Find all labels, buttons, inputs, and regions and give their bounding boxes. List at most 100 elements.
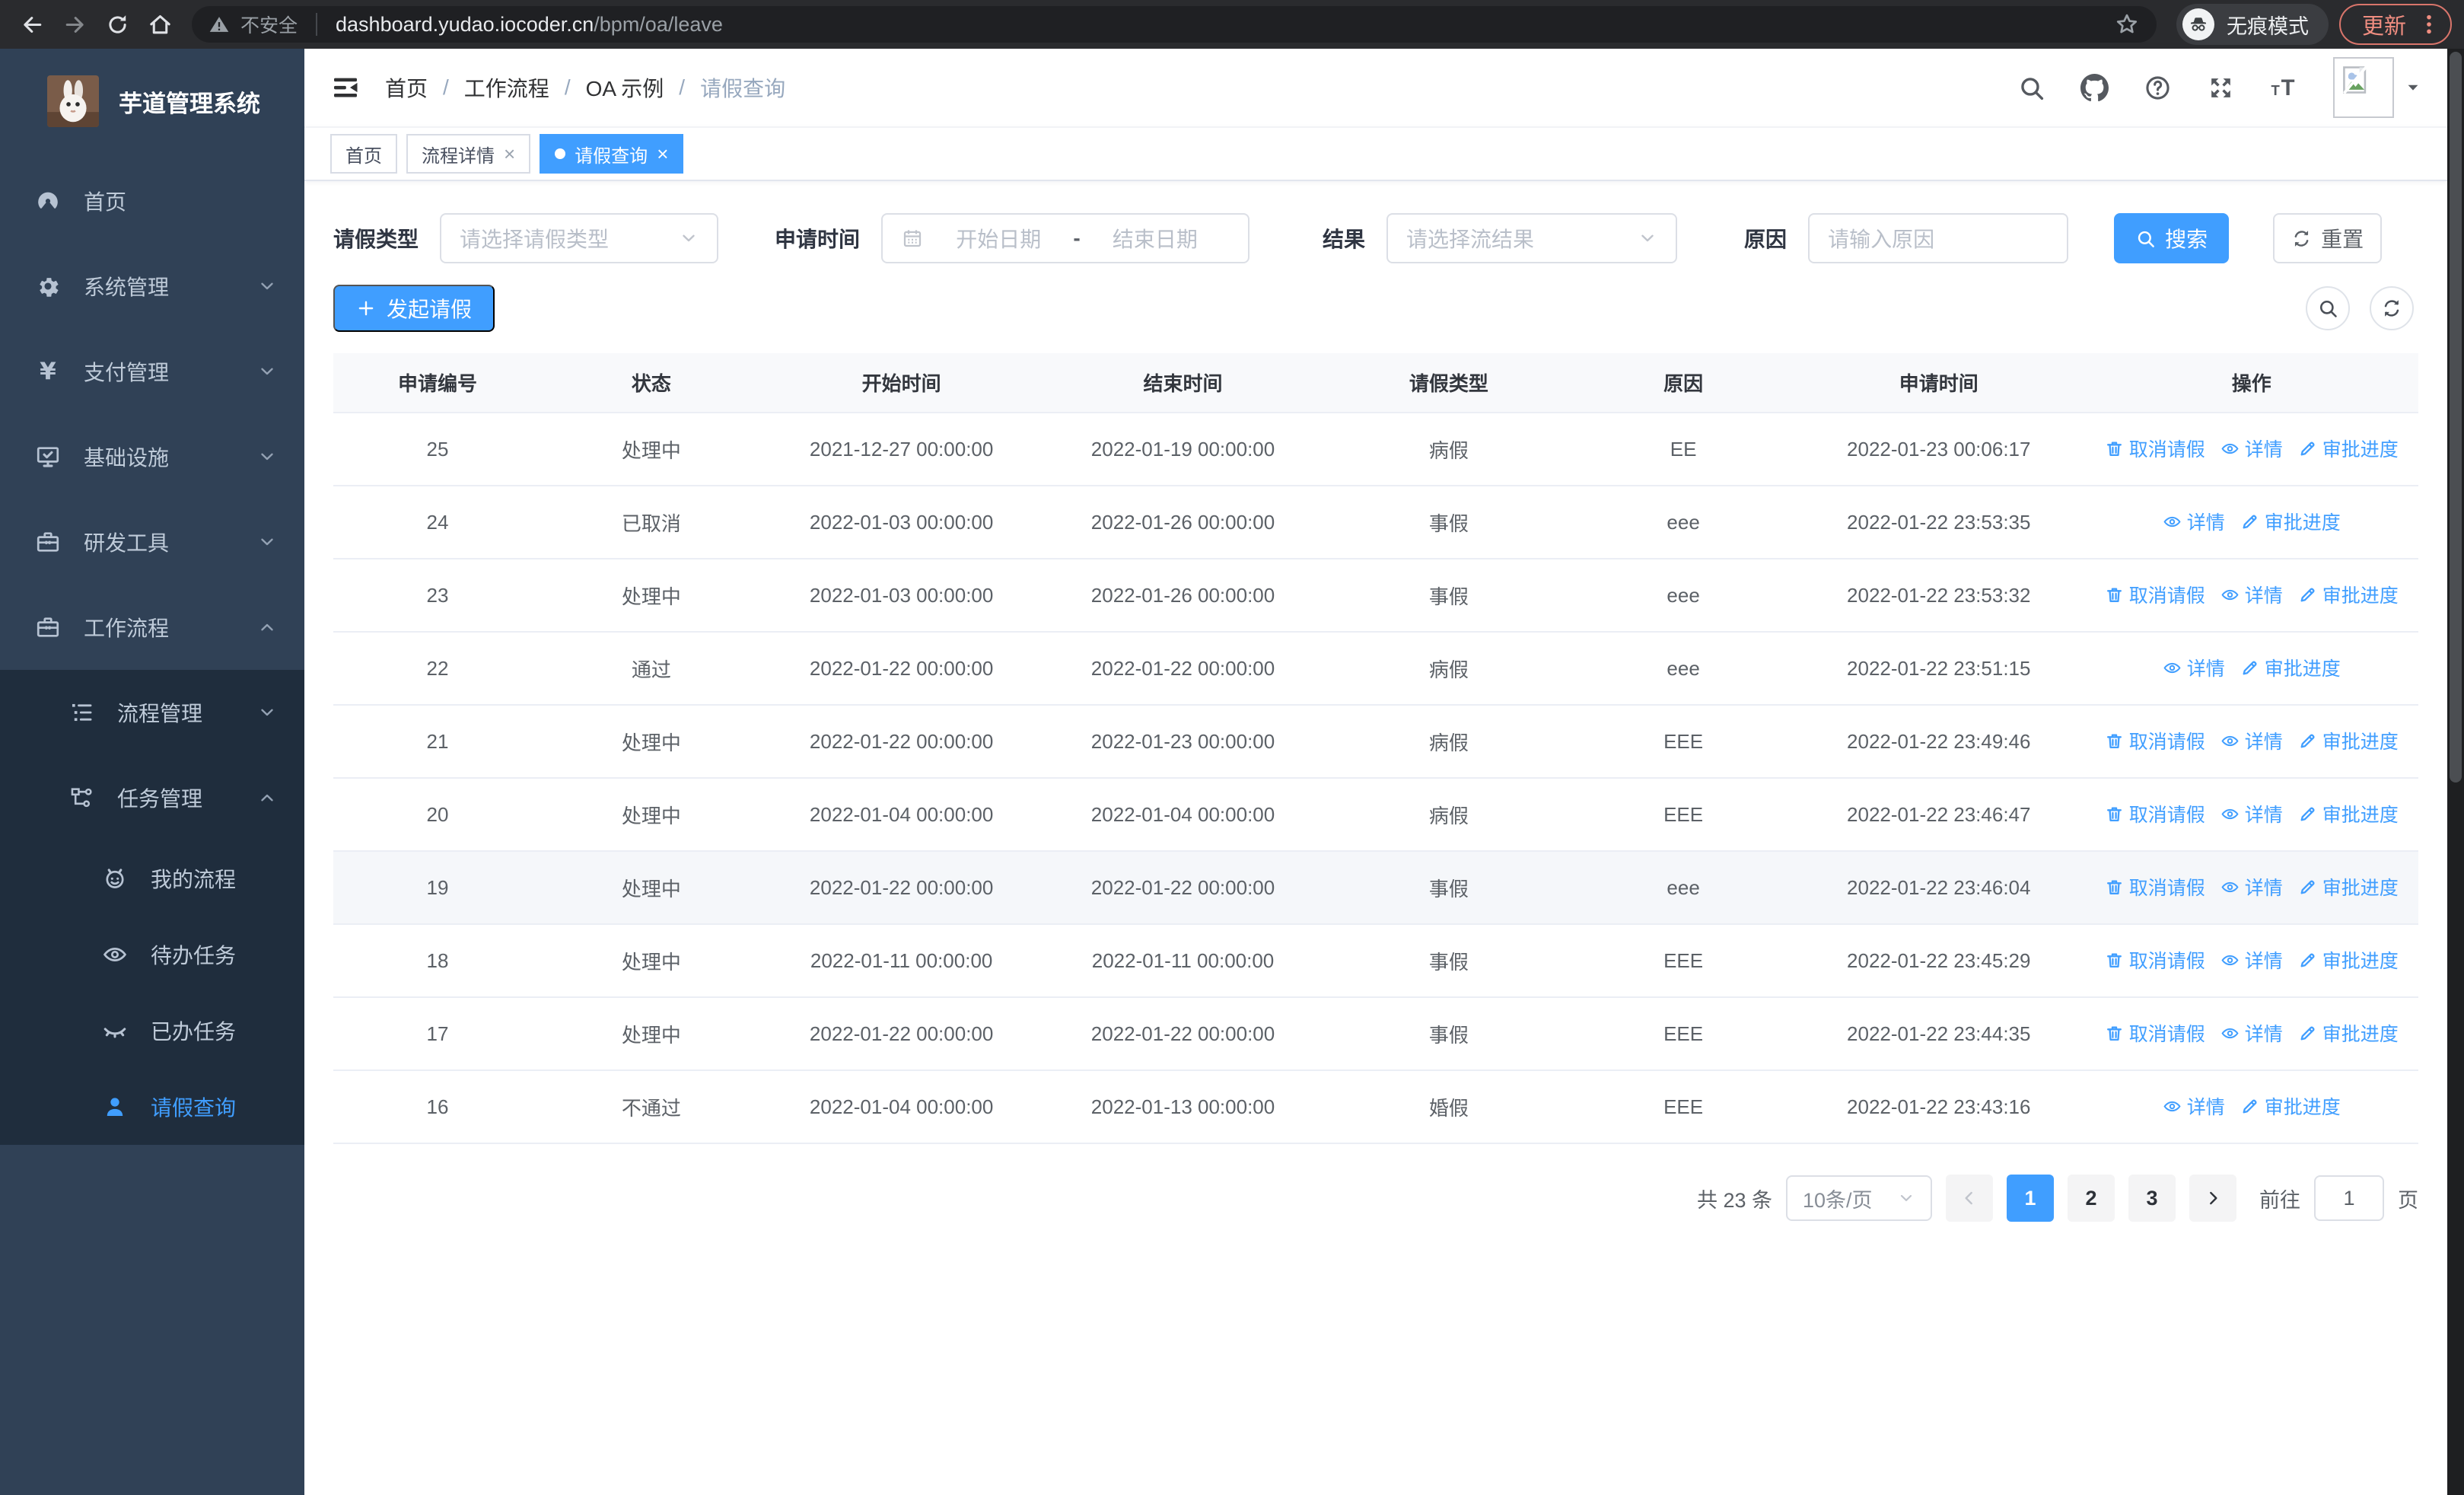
- action-cancel-leave[interactable]: 取消请假: [2105, 435, 2205, 462]
- menu-dots-icon[interactable]: [2417, 12, 2441, 37]
- create-leave-button[interactable]: 发起请假: [333, 285, 495, 332]
- sidebar-item-任务管理[interactable]: 任务管理: [0, 755, 304, 840]
- total-count: 共 23 条: [1696, 1188, 1772, 1212]
- breadcrumb-oa[interactable]: OA 示例: [586, 72, 664, 103]
- action-detail[interactable]: 详情: [2163, 508, 2225, 535]
- url-host: dashboard.yudao.iocoder.cn: [336, 12, 594, 36]
- sidebar-item-label: 研发工具: [84, 531, 170, 555]
- action-detail[interactable]: 详情: [2220, 581, 2283, 608]
- action-approval-progress[interactable]: 审批进度: [2240, 654, 2341, 681]
- action-cancel-leave[interactable]: 取消请假: [2105, 800, 2205, 827]
- sidebar-item-系统管理[interactable]: 系统管理: [0, 244, 304, 329]
- page-button-3[interactable]: 3: [2128, 1175, 2176, 1222]
- sidebar-item-请假查询[interactable]: 请假查询: [0, 1069, 304, 1145]
- home-button[interactable]: [140, 5, 180, 44]
- action-detail[interactable]: 详情: [2220, 727, 2283, 754]
- help-icon[interactable]: [2144, 74, 2172, 102]
- action-approval-progress[interactable]: 审批进度: [2240, 508, 2341, 535]
- reason-placeholder: 请输入原因: [1828, 228, 1935, 251]
- sidebar-item-我的流程[interactable]: 我的流程: [0, 840, 304, 916]
- action-approval-progress[interactable]: 审批进度: [2298, 581, 2399, 608]
- action-approval-progress[interactable]: 审批进度: [2298, 946, 2399, 974]
- view-icon: [2220, 732, 2240, 751]
- leave-type-select[interactable]: 请选择请假类型: [440, 213, 719, 263]
- action-label: 取消请假: [2128, 732, 2205, 754]
- font-size-icon[interactable]: TT: [2270, 74, 2298, 102]
- fullscreen-icon[interactable]: [2207, 74, 2235, 102]
- cell-start: 2021-12-27 00:00:00: [760, 413, 1043, 486]
- action-detail[interactable]: 详情: [2220, 435, 2283, 462]
- chevron-down-icon: [257, 532, 277, 552]
- action-detail[interactable]: 详情: [2163, 1092, 2225, 1120]
- action-approval-progress[interactable]: 审批进度: [2298, 873, 2399, 901]
- search-button[interactable]: 搜索: [2114, 213, 2230, 263]
- action-detail[interactable]: 详情: [2220, 1019, 2283, 1047]
- address-bar[interactable]: 不安全 dashboard.yudao.iocoder.cn/bpm/oa/le…: [192, 6, 2157, 43]
- header-search-icon[interactable]: [2017, 74, 2045, 102]
- cell-type: 病假: [1323, 632, 1574, 706]
- cell-start: 2022-01-03 00:00:00: [760, 559, 1043, 633]
- cell-actions: 取消请假 详情 审批进度: [2084, 851, 2418, 925]
- back-button[interactable]: [12, 5, 52, 44]
- update-button[interactable]: 更新: [2338, 4, 2452, 45]
- reason-input[interactable]: 请输入原因: [1808, 213, 2069, 263]
- sidebar-item-已办任务[interactable]: 已办任务: [0, 993, 304, 1069]
- scrollbar-thumb[interactable]: [2450, 52, 2462, 783]
- tab-请假查询[interactable]: 请假查询 ×: [540, 134, 684, 174]
- reset-button[interactable]: 重置: [2273, 213, 2383, 263]
- action-detail[interactable]: 详情: [2220, 946, 2283, 974]
- tab-首页[interactable]: 首页: [330, 134, 397, 174]
- sidebar-collapse-icon[interactable]: [330, 72, 361, 103]
- bookmark-star-icon[interactable]: [2114, 11, 2140, 37]
- user-avatar[interactable]: [2333, 57, 2421, 118]
- action-approval-progress[interactable]: 审批进度: [2298, 435, 2399, 462]
- action-detail[interactable]: 详情: [2163, 654, 2225, 681]
- apply-time-range-picker[interactable]: 开始日期 - 结束日期: [881, 213, 1250, 263]
- tab-label: 请假查询: [575, 145, 648, 167]
- page-button-1[interactable]: 1: [2007, 1175, 2054, 1222]
- sidebar-item-工作流程[interactable]: 工作流程: [0, 585, 304, 670]
- goto-page-input[interactable]: 1: [2314, 1175, 2384, 1221]
- reload-button[interactable]: [97, 5, 137, 44]
- sidebar-item-待办任务[interactable]: 待办任务: [0, 916, 304, 993]
- forward-button[interactable]: [55, 5, 94, 44]
- action-cancel-leave[interactable]: 取消请假: [2105, 1019, 2205, 1047]
- action-cancel-leave[interactable]: 取消请假: [2105, 873, 2205, 901]
- sidebar-item-首页[interactable]: 首页: [0, 158, 304, 244]
- sidebar-item-基础设施[interactable]: 基础设施: [0, 414, 304, 499]
- toggle-search-button[interactable]: [2306, 286, 2350, 330]
- action-label: 取消请假: [2128, 951, 2205, 973]
- sidebar-item-支付管理[interactable]: ¥ 支付管理: [0, 329, 304, 414]
- cell-reason: eee: [1574, 632, 1793, 706]
- cell-reason: EEE: [1574, 778, 1793, 852]
- cell-apply: 2022-01-22 23:46:04: [1792, 851, 2085, 925]
- action-approval-progress[interactable]: 审批进度: [2298, 800, 2399, 827]
- tab-close-icon[interactable]: ×: [504, 144, 515, 164]
- page-size-select[interactable]: 10条/页: [1786, 1175, 1932, 1221]
- cell-id: 18: [333, 924, 542, 998]
- breadcrumb-home[interactable]: 首页: [385, 72, 428, 103]
- table-row-19: 19 处理中 2022-01-22 00:00:00 2022-01-22 00:00…: [333, 851, 2418, 925]
- sidebar-logo[interactable]: 芋道管理系统: [0, 49, 304, 139]
- tab-close-icon[interactable]: ×: [657, 144, 668, 164]
- breadcrumb-workflow[interactable]: 工作流程: [464, 72, 549, 103]
- page-button-2[interactable]: 2: [2068, 1175, 2115, 1222]
- tab-流程详情[interactable]: 流程详情 ×: [406, 134, 531, 174]
- column-header: 原因: [1574, 353, 1793, 413]
- action-cancel-leave[interactable]: 取消请假: [2105, 581, 2205, 608]
- result-select[interactable]: 请选择流结果: [1386, 213, 1678, 263]
- action-approval-progress[interactable]: 审批进度: [2298, 1019, 2399, 1047]
- action-cancel-leave[interactable]: 取消请假: [2105, 727, 2205, 754]
- github-icon[interactable]: [2080, 73, 2109, 102]
- action-cancel-leave[interactable]: 取消请假: [2105, 946, 2205, 974]
- action-detail[interactable]: 详情: [2220, 800, 2283, 827]
- action-approval-progress[interactable]: 审批进度: [2240, 1092, 2341, 1120]
- sidebar-item-流程管理[interactable]: 流程管理: [0, 670, 304, 755]
- sidebar-item-研发工具[interactable]: 研发工具: [0, 499, 304, 585]
- refresh-table-button[interactable]: [2370, 286, 2414, 330]
- next-page-button[interactable]: [2189, 1175, 2236, 1222]
- action-approval-progress[interactable]: 审批进度: [2298, 727, 2399, 754]
- column-header: 状态: [542, 353, 761, 413]
- prev-page-button[interactable]: [1946, 1175, 1993, 1222]
- action-detail[interactable]: 详情: [2220, 873, 2283, 901]
